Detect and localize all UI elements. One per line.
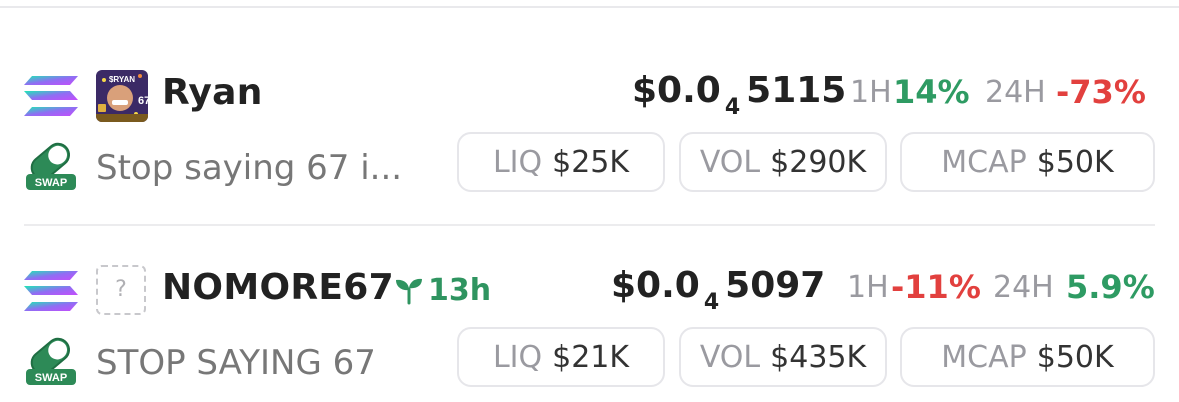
- market-cap-chip[interactable]: MCAP $50K: [900, 132, 1155, 192]
- solana-icon: [24, 76, 78, 116]
- seedling-icon: [396, 278, 422, 305]
- svg-text:SWAP: SWAP: [35, 372, 67, 384]
- token-avatar-placeholder: ?: [96, 265, 146, 315]
- token-name: NOMORE67: [162, 267, 394, 308]
- token-description: STOP SAYING 67: [96, 343, 376, 383]
- volume-chip[interactable]: VOL $290K: [679, 132, 887, 192]
- volume-chip[interactable]: VOL $435K: [679, 327, 887, 387]
- change-1h-label: 1H: [847, 270, 889, 305]
- solana-icon: [24, 271, 78, 311]
- change-24h-label: 24H: [993, 270, 1054, 305]
- token-row[interactable]: $RYAN 67 Ryan $0.0 4 5115 1H 14% 24H -73% …: [0, 62, 1179, 192]
- token-name: Ryan: [162, 72, 263, 113]
- top-divider: [0, 6, 1179, 8]
- token-row[interactable]: ? NOMORE67 13h $0.0 4 5097 1H -11% 24H 5.9…: [0, 257, 1179, 387]
- change-1h-value: 14%: [893, 73, 970, 111]
- change-1h-value: -11%: [891, 268, 981, 306]
- token-avatar: $RYAN 67: [96, 70, 148, 122]
- change-24h-value: -73%: [1056, 73, 1146, 111]
- svg-text:67: 67: [138, 95, 148, 107]
- change-24h-value: 5.9%: [1066, 268, 1155, 306]
- liquidity-chip[interactable]: LIQ $21K: [457, 327, 665, 387]
- svg-text:$RYAN: $RYAN: [109, 75, 135, 84]
- change-1h-label: 1H: [850, 75, 892, 110]
- liquidity-chip[interactable]: LIQ $25K: [457, 132, 665, 192]
- swap-pill-icon[interactable]: SWAP: [24, 138, 78, 192]
- market-cap-chip[interactable]: MCAP $50K: [900, 327, 1155, 387]
- svg-text:SWAP: SWAP: [35, 177, 67, 189]
- change-24h-label: 24H: [985, 75, 1046, 110]
- swap-pill-icon[interactable]: SWAP: [24, 333, 78, 387]
- token-description: Stop saying 67 i...: [96, 148, 403, 188]
- row-divider: [24, 224, 1155, 226]
- token-price: $0.0 4 5115: [632, 70, 847, 120]
- token-price: $0.0 4 5097: [611, 265, 826, 315]
- token-age: 13h: [394, 270, 491, 310]
